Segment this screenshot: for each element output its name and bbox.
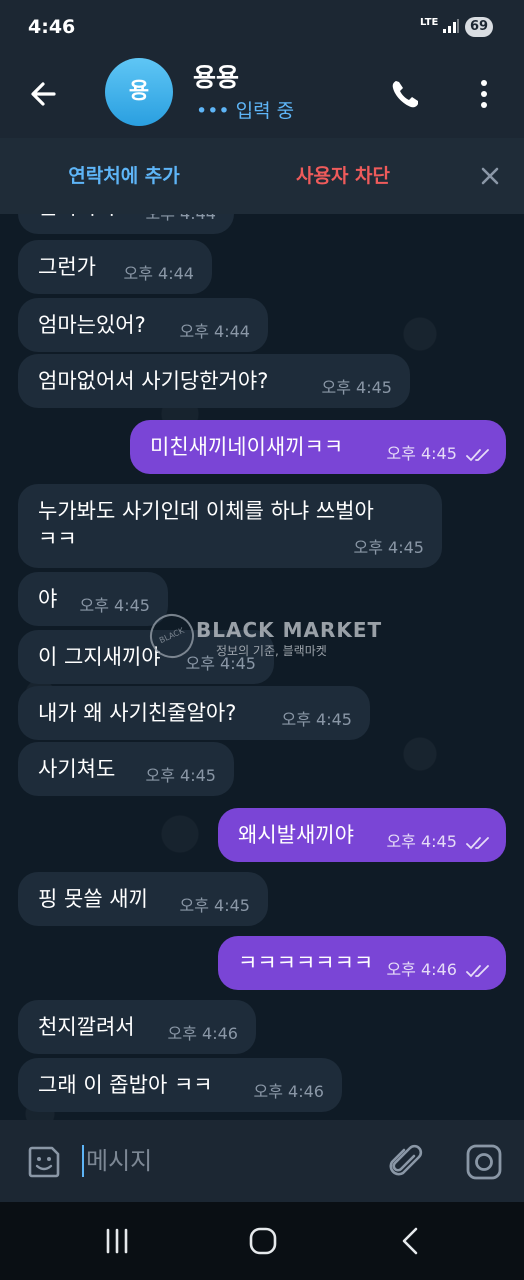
block-user-button[interactable]: 사용자 차단 [248,138,438,214]
message-text: 야 [38,587,58,611]
battery-indicator: 69 [465,17,493,37]
typing-label: 입력 중 [235,100,295,122]
message-time: 오후 4:44 [123,264,194,283]
message-text: 미친새끼네이새끼ㅋㅋ [150,435,344,459]
typing-dots-icon: ••• [196,100,230,122]
more-vertical-icon[interactable] [468,74,500,114]
message-time-label: 오후 4:45 [386,444,457,463]
add-contact-button[interactable]: 연락처에 추가 [0,138,248,214]
message-bubble-outgoing[interactable]: 왜시발새끼야 오후 4:45 [218,808,506,862]
message-text: 누가봐도 사기인데 이체를 하냐 쓰벌아 [38,499,374,523]
message-text: 엄마는있어? [38,313,146,337]
recent-apps-icon[interactable] [100,1224,134,1258]
phone-icon[interactable] [386,74,426,114]
message-text: 천지깔려서 [38,1015,135,1039]
message-text-line2: ㅋㅋ [38,527,77,551]
message-text: ㅋㅋㅋㅋㅋㅋㅋ [238,951,374,975]
action-bar: 연락처에 추가 사용자 차단 [0,138,524,215]
message-text: 왜시발새끼야 [238,823,354,847]
message-bubble-incoming[interactable]: 그래 이 좁밥아 ㅋㅋ 오후 4:46 [18,1058,342,1112]
text-caret [82,1145,84,1177]
message-time: 오후 4:45 [281,710,352,729]
message-bubble-incoming[interactable]: 뭔지거지 오후 4:44 [18,214,234,234]
message-bubble-outgoing[interactable]: ㅋㅋㅋㅋㅋㅋㅋ 오후 4:46 [218,936,506,990]
message-time-label: 오후 4:45 [386,832,457,851]
message-time: 오후 4:45 [386,832,492,852]
message-bubble-incoming[interactable]: 엄마없어서 사기당한거야? 오후 4:45 [18,354,410,408]
message-text: 그래 이 좁밥아 ㅋㅋ [38,1073,213,1097]
message-time: 오후 4:44 [179,322,250,341]
double-check-icon [466,964,489,977]
message-time: 오후 4:45 [321,378,392,397]
chat-header: 용 용용 ••• 입력 중 [0,56,524,138]
status-bar: 4:46 LTE 69 [0,0,524,56]
back-arrow-icon[interactable] [24,74,64,114]
paperclip-icon[interactable] [386,1142,426,1182]
message-time: 오후 4:46 [253,1082,324,1101]
message-time: 오후 4:45 [353,538,424,557]
message-text: 내가 왜 사기친줄알아? [38,701,237,725]
message-bubble-incoming[interactable]: 그런가 오후 4:44 [18,240,212,294]
typing-status: ••• 입력 중 [196,96,294,123]
message-time: 오후 4:46 [167,1024,238,1043]
network-type: LTE [420,17,439,28]
message-time: 오후 4:44 [146,214,216,224]
message-time: 오후 4:45 [79,596,150,615]
composer [0,1120,524,1202]
message-bubble-incoming[interactable]: 사기쳐도 오후 4:45 [18,742,234,796]
contact-name[interactable]: 용용 [193,58,239,94]
message-text: 핑 못쓸 새끼 [38,887,148,911]
message-text: 뭔지거지 [38,214,115,222]
message-input[interactable] [86,1140,366,1182]
message-bubble-outgoing[interactable]: 미친새끼네이새끼ㅋㅋ 오후 4:45 [130,420,506,474]
message-bubble-incoming[interactable]: 엄마는있어? 오후 4:44 [18,298,268,352]
close-icon[interactable] [476,162,504,190]
watermark-subtitle: 정보의 기준, 블랙마켓 [216,644,327,658]
message-time-label: 오후 4:46 [386,960,457,979]
message-text: 사기쳐도 [38,757,116,781]
message-time: 오후 4:46 [386,960,492,980]
system-nav-bar [0,1202,524,1280]
message-bubble-incoming[interactable]: 야 오후 4:45 [18,572,168,626]
camera-icon[interactable] [464,1142,504,1182]
watermark-title: BLACK MARKET [196,618,383,642]
message-time: 오후 4:45 [179,896,250,915]
message-text: 그런가 [38,255,96,279]
avatar[interactable]: 용 [105,58,173,126]
double-check-icon [466,448,489,461]
double-check-icon [466,836,489,849]
message-text: 이 그지새끼야 [38,645,161,669]
sticker-emoji-icon[interactable] [24,1142,64,1182]
message-text: 엄마없어서 사기당한거야? [38,369,269,393]
signal-icon [443,19,459,33]
message-bubble-incoming[interactable]: 핑 못쓸 새끼 오후 4:45 [18,872,268,926]
message-bubble-incoming[interactable]: 내가 왜 사기친줄알아? 오후 4:45 [18,686,370,740]
message-list[interactable]: 뭔지거지 오후 4:44 그런가 오후 4:44 엄마는있어? 오후 4:44 … [0,214,524,1120]
message-bubble-incoming[interactable]: 천지깔려서 오후 4:46 [18,1000,256,1054]
back-chevron-icon[interactable] [394,1224,428,1258]
message-time: 오후 4:45 [145,766,216,785]
message-bubble-incoming[interactable]: 누가봐도 사기인데 이체를 하냐 쓰벌아 ㅋㅋ 오후 4:45 [18,484,442,568]
message-time: 오후 4:45 [386,444,492,464]
home-icon[interactable] [246,1224,280,1258]
status-time: 4:46 [28,16,76,38]
